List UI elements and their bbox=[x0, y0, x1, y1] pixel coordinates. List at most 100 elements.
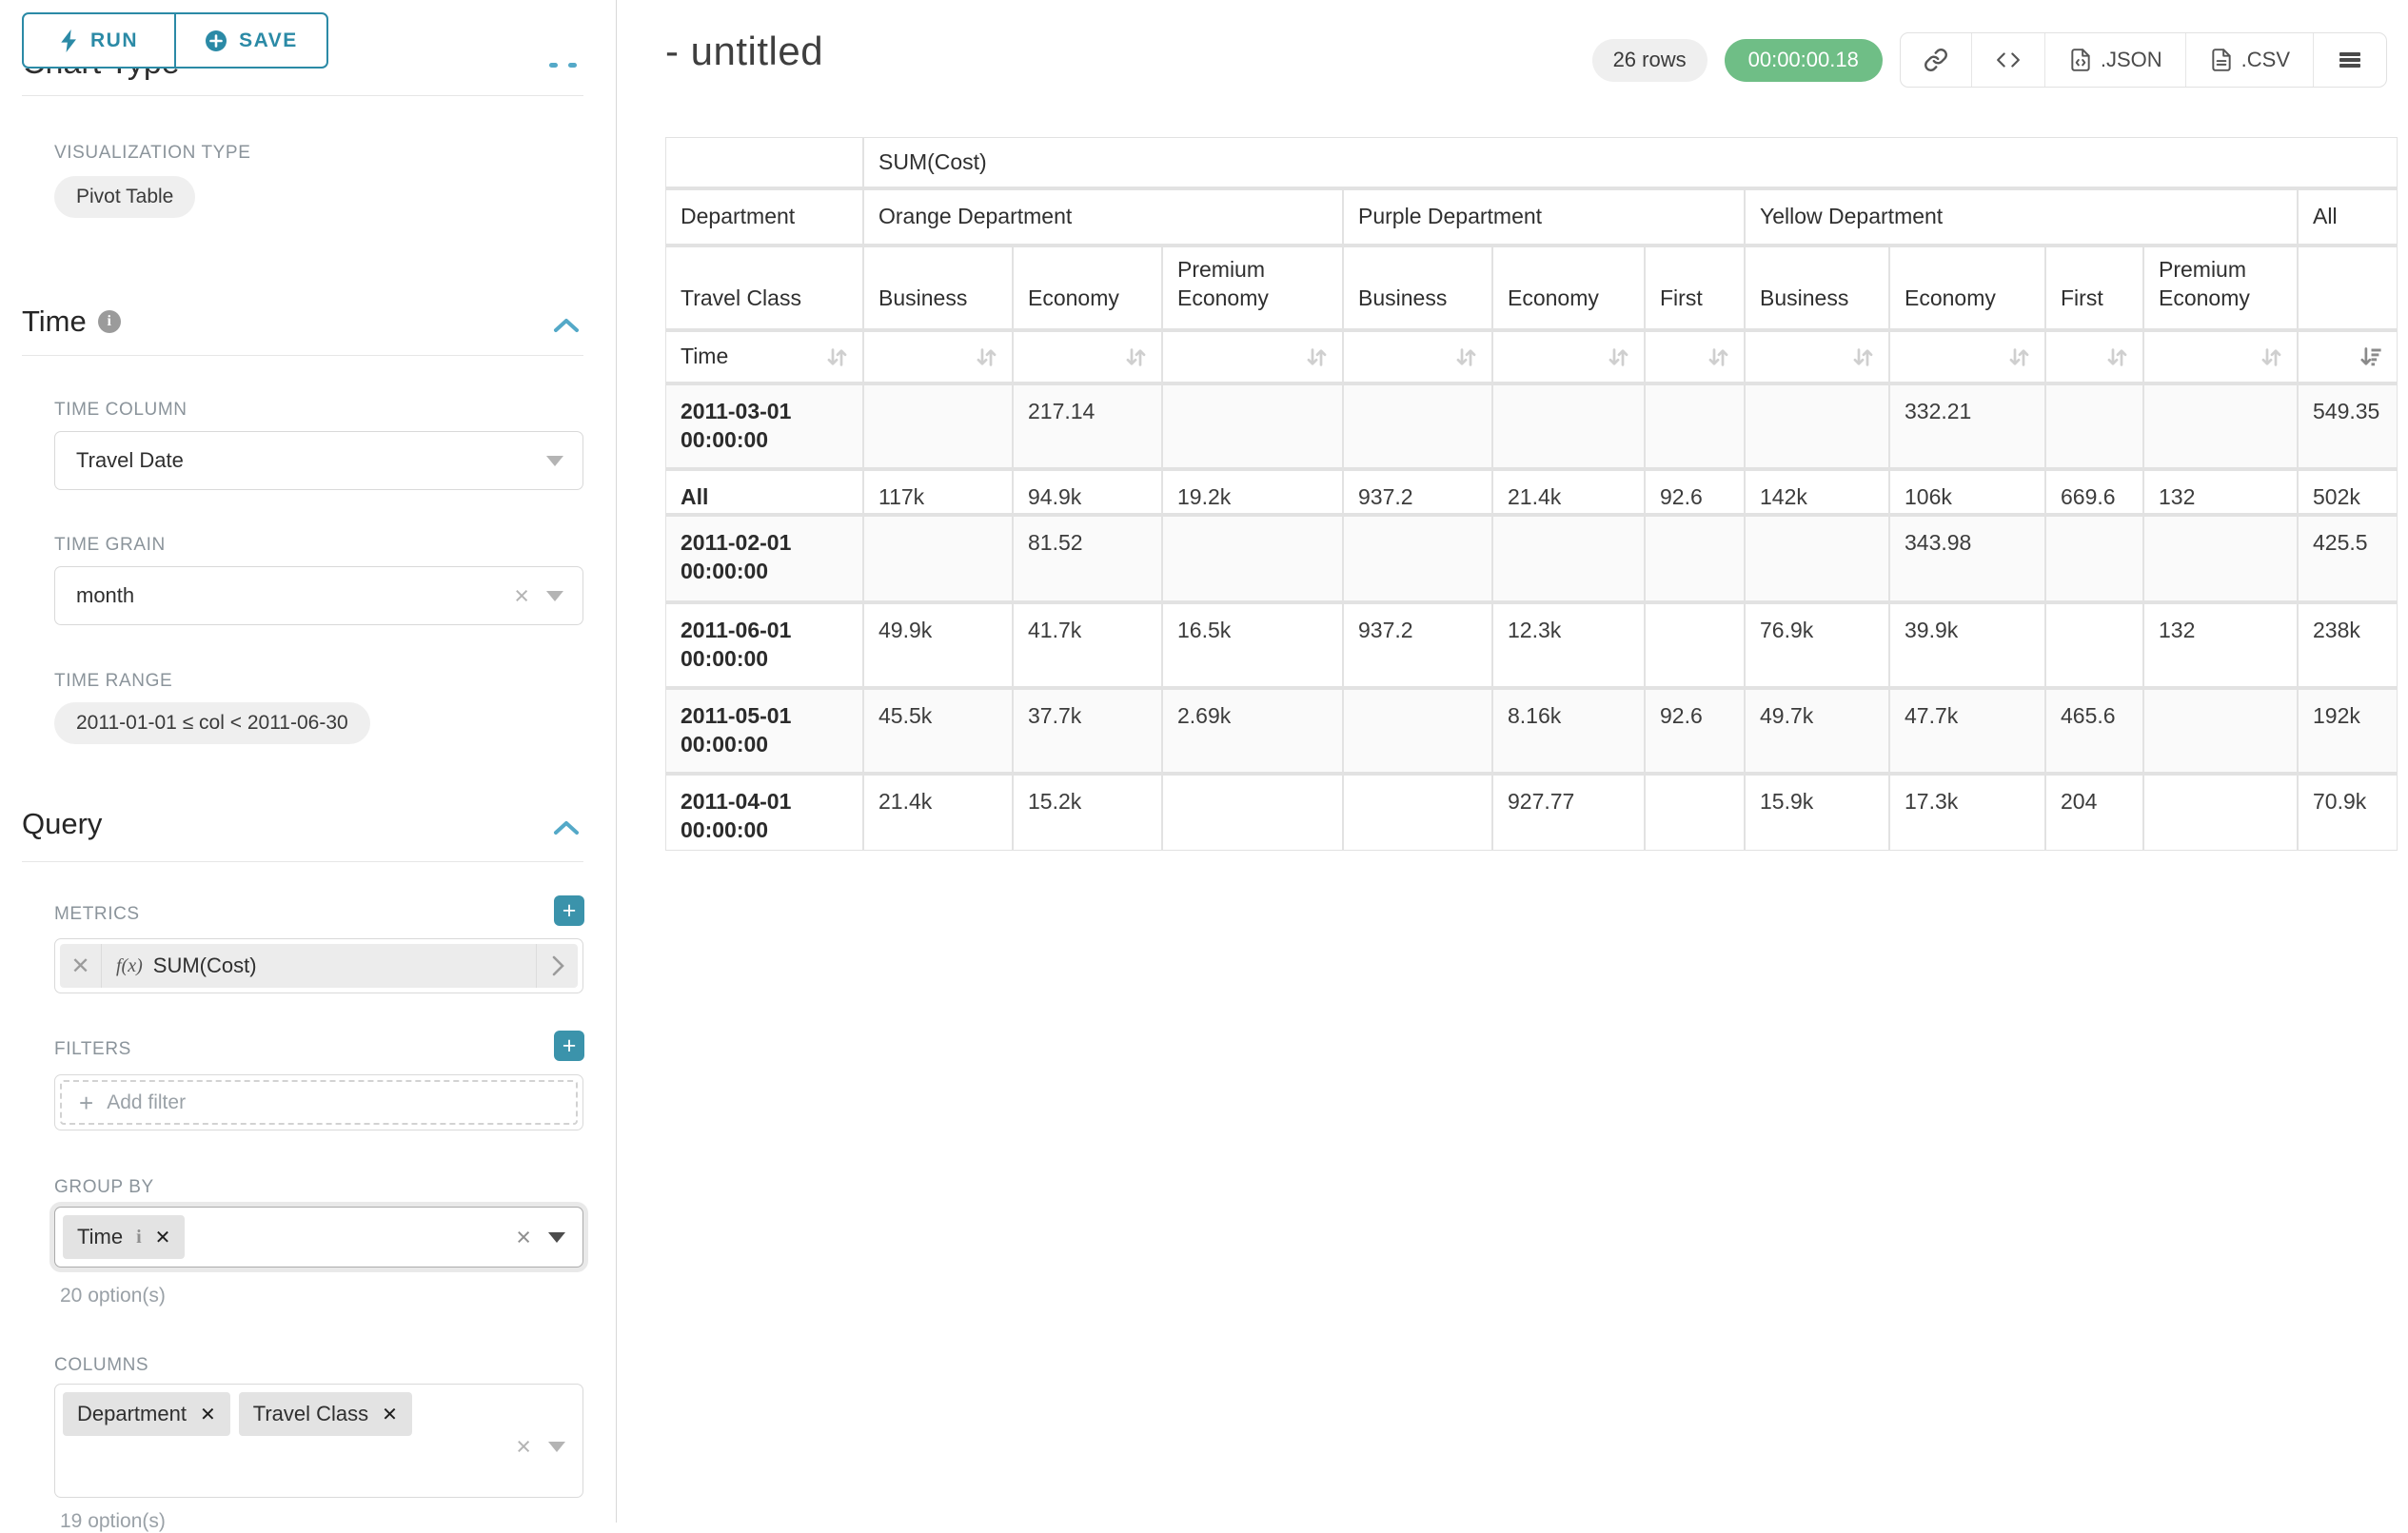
chip-travel-class[interactable]: Travel Class ✕ bbox=[239, 1392, 412, 1436]
run-save-button-group: RUN SAVE bbox=[22, 12, 328, 69]
sort-icon bbox=[1453, 344, 1479, 370]
pivot-sort-column-4[interactable] bbox=[1493, 332, 1644, 382]
plus-icon: + bbox=[79, 1091, 93, 1115]
pivot-value-r3-c5 bbox=[1646, 604, 1744, 686]
remove-metric-icon[interactable]: ✕ bbox=[60, 944, 102, 988]
info-icon[interactable]: i bbox=[98, 310, 121, 333]
columns-options-hint: 19 option(s) bbox=[60, 1510, 166, 1533]
copy-link-button[interactable] bbox=[1901, 33, 1971, 87]
remove-chip-icon[interactable]: ✕ bbox=[200, 1403, 216, 1426]
pivot-sort-column-7[interactable] bbox=[1890, 332, 2044, 382]
code-icon bbox=[1995, 48, 2022, 72]
group-by-select[interactable]: Timei ✕ × bbox=[54, 1207, 583, 1268]
metrics-control: ✕ f(x) SUM(Cost) bbox=[54, 938, 583, 993]
pivot-value-r3-c6: 76.9k bbox=[1746, 604, 1888, 686]
pivot-colheader-economy-1: Economy bbox=[1014, 247, 1161, 328]
add-metric-button[interactable]: + bbox=[554, 895, 584, 926]
pivot-sort-column-0[interactable] bbox=[864, 332, 1012, 382]
save-button[interactable]: SAVE bbox=[174, 12, 328, 69]
clear-icon[interactable]: × bbox=[514, 583, 529, 609]
pivot-value-r0-c3 bbox=[1344, 385, 1491, 467]
chart-title[interactable]: - untitled bbox=[665, 29, 823, 74]
pivot-sort-column-8[interactable] bbox=[2046, 332, 2142, 382]
pivot-row-label: 2011-02-01 00:00:00 bbox=[666, 517, 862, 600]
pivot-value-r4-c1: 37.7k bbox=[1014, 690, 1161, 772]
chip-time[interactable]: Timei ✕ bbox=[63, 1215, 185, 1259]
pivot-value-r5-c9 bbox=[2144, 776, 2297, 850]
visualization-type-label: VISUALIZATION TYPE bbox=[54, 143, 250, 164]
pivot-sort-column-1[interactable] bbox=[1014, 332, 1161, 382]
pivot-value-r5-c8: 204 bbox=[2046, 776, 2142, 850]
chip-label: Time bbox=[77, 1225, 123, 1249]
time-range-pill[interactable]: 2011-01-01 ≤ col < 2011-06-30 bbox=[54, 702, 370, 744]
pivot-value-r4-c6: 49.7k bbox=[1746, 690, 1888, 772]
columns-select[interactable]: Department✕ Travel Class ✕ × bbox=[54, 1384, 583, 1498]
chip-department[interactable]: Department✕ bbox=[63, 1392, 230, 1436]
pivot-value-r1-c10: 502k bbox=[2299, 471, 2397, 513]
plus-circle-icon bbox=[205, 29, 227, 52]
pivot-sort-column-2[interactable] bbox=[1163, 332, 1342, 382]
run-button[interactable]: RUN bbox=[22, 12, 176, 69]
chevron-down-icon[interactable] bbox=[548, 1232, 565, 1243]
pivot-value-r4-c5: 92.6 bbox=[1646, 690, 1744, 772]
time-range-label: TIME RANGE bbox=[54, 671, 172, 692]
chevron-down-icon[interactable] bbox=[546, 591, 563, 601]
pivot-row-label-header[interactable]: Time bbox=[666, 332, 862, 382]
divider bbox=[22, 95, 583, 96]
pivot-colheader-business-3: Business bbox=[1344, 247, 1491, 328]
info-icon[interactable]: i bbox=[136, 1227, 142, 1248]
pivot-colheader-first-8: First bbox=[2046, 247, 2142, 328]
pivot-row-label: 2011-03-01 00:00:00 bbox=[666, 385, 862, 467]
pivot-value-r4-c3 bbox=[1344, 690, 1491, 772]
pivot-value-r1-c4: 21.4k bbox=[1493, 471, 1644, 513]
visualization-type-pill[interactable]: Pivot Table bbox=[54, 176, 195, 218]
pivot-sort-column-10[interactable] bbox=[2299, 332, 2397, 382]
clear-icon[interactable]: × bbox=[516, 1225, 531, 1250]
sort-icon bbox=[824, 344, 850, 370]
filters-control: + Add filter bbox=[54, 1074, 583, 1130]
pivot-row-label: 2011-04-01 00:00:00 bbox=[666, 776, 862, 850]
pivot-colheader-premium-economy-2: Premium Economy bbox=[1163, 247, 1342, 328]
pivot-sort-column-6[interactable] bbox=[1746, 332, 1888, 382]
pivot-value-r4-c10: 192k bbox=[2299, 690, 2397, 772]
pivot-sort-column-9[interactable] bbox=[2144, 332, 2297, 382]
pivot-value-r0-c4 bbox=[1493, 385, 1644, 467]
function-icon: f(x) bbox=[116, 955, 143, 977]
chart-type-collapse-icon[interactable] bbox=[549, 63, 578, 69]
pivot-sort-column-3[interactable] bbox=[1344, 332, 1491, 382]
menu-button[interactable] bbox=[2313, 33, 2386, 87]
pivot-value-r3-c4: 12.3k bbox=[1493, 604, 1644, 686]
hamburger-icon bbox=[2337, 49, 2363, 71]
chip-label: Travel Class bbox=[253, 1402, 368, 1426]
time-grain-select[interactable]: month × bbox=[54, 566, 583, 625]
chevron-down-icon[interactable] bbox=[546, 456, 563, 466]
pivot-value-r0-c7: 332.21 bbox=[1890, 385, 2044, 467]
metric-chip[interactable]: ✕ f(x) SUM(Cost) bbox=[60, 944, 578, 988]
query-section-title: Query bbox=[22, 807, 102, 841]
pivot-colheader-economy-4: Economy bbox=[1493, 247, 1644, 328]
time-column-select[interactable]: Travel Date bbox=[54, 431, 583, 490]
export-json-button[interactable]: .JSON bbox=[2044, 33, 2185, 87]
columns-label: COLUMNS bbox=[54, 1355, 148, 1376]
pivot-value-r3-c1: 41.7k bbox=[1014, 604, 1161, 686]
add-filter-plus-button[interactable]: + bbox=[554, 1031, 584, 1061]
pivot-value-r0-c5 bbox=[1646, 385, 1744, 467]
pivot-value-r5-c1: 15.2k bbox=[1014, 776, 1161, 850]
clear-icon[interactable]: × bbox=[516, 1434, 531, 1460]
pivot-value-r0-c9 bbox=[2144, 385, 2297, 467]
collapse-time-icon[interactable] bbox=[552, 316, 581, 335]
pivot-colgroup-yellow-department: Yellow Department bbox=[1746, 190, 2297, 244]
pivot-sort-column-5[interactable] bbox=[1646, 332, 1744, 382]
pivot-colgroup-all: All bbox=[2299, 190, 2397, 244]
pivot-value-r2-c2 bbox=[1163, 517, 1342, 600]
export-csv-button[interactable]: .CSV bbox=[2185, 33, 2313, 87]
remove-chip-icon[interactable]: ✕ bbox=[155, 1226, 171, 1249]
remove-chip-icon[interactable]: ✕ bbox=[382, 1403, 398, 1426]
pivot-value-r2-c0 bbox=[864, 517, 1012, 600]
chevron-right-icon[interactable] bbox=[536, 944, 578, 988]
chevron-down-icon[interactable] bbox=[548, 1442, 565, 1452]
view-query-button[interactable] bbox=[1971, 33, 2044, 87]
pivot-value-r0-c10: 549.35 bbox=[2299, 385, 2397, 467]
add-filter-button[interactable]: + Add filter bbox=[60, 1080, 578, 1125]
collapse-query-icon[interactable] bbox=[552, 818, 581, 837]
